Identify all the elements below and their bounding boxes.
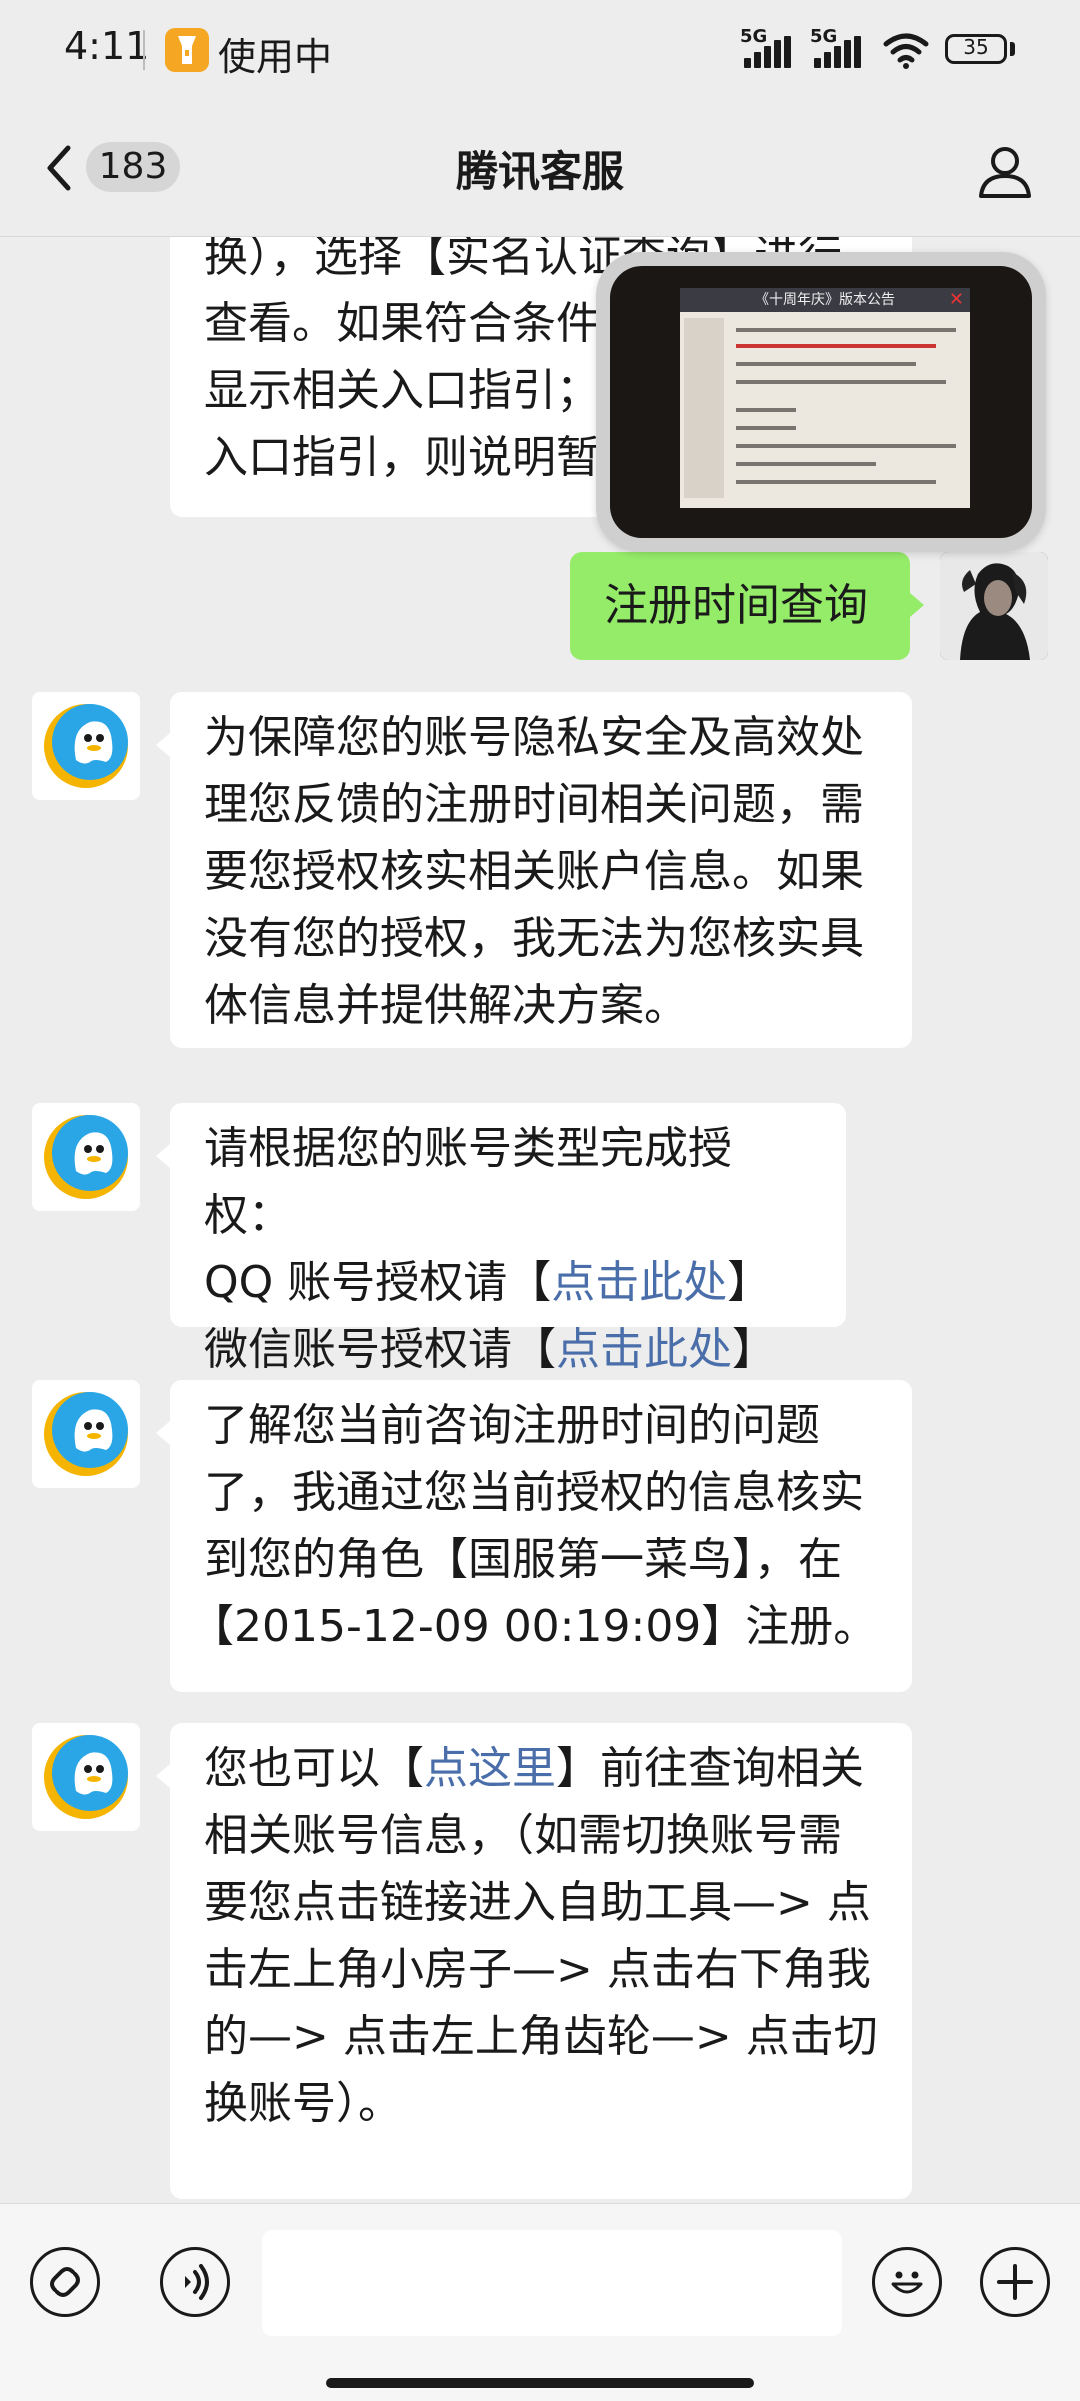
game-announcement-panel: 《十周年庆》版本公告 ✕ bbox=[680, 288, 970, 508]
message-line: 【2015-12-09 00:19:09】注册。 bbox=[190, 1601, 878, 1652]
profile-icon[interactable] bbox=[978, 144, 1032, 198]
bubble-tail bbox=[910, 593, 924, 617]
text-line-placeholder bbox=[736, 408, 796, 412]
message-text: 】前往查询相关 bbox=[556, 1743, 864, 1794]
announcement-header: 《十周年庆》版本公告 ✕ bbox=[680, 288, 970, 312]
emoji-icon bbox=[891, 2271, 923, 2294]
message-line: 到您的角色【国服第一菜鸟】，在 bbox=[204, 1534, 842, 1585]
status-bar: 4:11 使用中 5G 5G 35 bbox=[0, 0, 1080, 100]
message-text: 】 bbox=[732, 1324, 776, 1375]
wechat-auth-link[interactable]: 点击此处 bbox=[556, 1324, 732, 1375]
message-bubble: 您也可以【点这里】前往查询相关 相关账号信息，（如需切换账号需 要您点击链接进入… bbox=[170, 1723, 912, 2199]
bubble-tail bbox=[156, 1144, 170, 1168]
chat-title: 腾讯客服 bbox=[455, 147, 624, 196]
message-line: 要您点击链接进入自助工具—> 点 bbox=[204, 1877, 871, 1928]
text-line-placeholder bbox=[736, 462, 876, 466]
more-actions-button[interactable] bbox=[980, 2247, 1050, 2317]
home-indicator[interactable] bbox=[326, 2378, 754, 2388]
user-avatar[interactable] bbox=[940, 552, 1048, 660]
message-text: QQ 账号授权请【 bbox=[204, 1257, 552, 1308]
bubble-tail bbox=[156, 1421, 170, 1445]
text-line-placeholder bbox=[736, 426, 796, 430]
bot-avatar[interactable] bbox=[32, 692, 140, 800]
message-text: 您也可以【 bbox=[204, 1743, 424, 1794]
close-icon: ✕ bbox=[948, 289, 964, 310]
message-line: 为保障您的账号隐私安全及高效处 bbox=[204, 712, 864, 763]
message-line: 了，我通过您当前授权的信息核实 bbox=[204, 1467, 864, 1518]
message-bubble: 了解您当前咨询注册时间的问题 了，我通过您当前授权的信息核实 到您的角色【国服第… bbox=[170, 1380, 912, 1692]
input-bar bbox=[0, 2203, 1080, 2401]
title-bar: 183 腾讯客服 bbox=[0, 100, 1080, 237]
bot-avatar[interactable] bbox=[32, 1723, 140, 1831]
message-bubble: 请根据您的账号类型完成授权： QQ 账号授权请【点击此处】 微信账号授权请【点击… bbox=[170, 1103, 846, 1375]
message-line: 要您授权核实相关账户信息。如果 bbox=[204, 846, 864, 897]
message-line: 没有您的授权，我无法为您核实具 bbox=[204, 913, 864, 964]
voice-button[interactable] bbox=[160, 2247, 230, 2317]
bot-avatar[interactable] bbox=[32, 1380, 140, 1488]
status-separator bbox=[143, 30, 145, 70]
status-using-label: 使用中 bbox=[218, 35, 333, 79]
message-line: 换账号）。 bbox=[204, 2078, 402, 2129]
battery-tip bbox=[1010, 42, 1015, 56]
voice-icon bbox=[185, 2264, 209, 2300]
battery-level: 35 bbox=[963, 35, 989, 59]
bubble-tail bbox=[156, 1764, 170, 1788]
message-line: 理您反馈的注册时间相关问题，需 bbox=[204, 779, 864, 830]
message-line: 相关账号信息，（如需切换账号需 bbox=[204, 1810, 842, 1861]
bot-avatar-icon bbox=[44, 1392, 128, 1476]
message-text: 】 bbox=[727, 1257, 772, 1308]
query-link[interactable]: 点这里 bbox=[424, 1743, 556, 1794]
outgoing-message-bubble: 注册时间查询 bbox=[570, 552, 910, 660]
floating-video-window[interactable]: 《十周年庆》版本公告 ✕ bbox=[596, 252, 1046, 552]
message-bubble: 为保障您的账号隐私安全及高效处 理您反馈的注册时间相关问题，需 要您授权核实相关… bbox=[170, 692, 912, 1048]
message-line: 的—> 点击左上角齿轮—> 点击切 bbox=[204, 2011, 878, 2062]
announcement-title: 《十周年庆》版本公告 bbox=[755, 292, 895, 308]
message-text: 微信账号授权请【 bbox=[204, 1324, 556, 1375]
message-line: 体信息并提供解决方案。 bbox=[204, 980, 688, 1031]
message-line: 了解您当前咨询注册时间的问题 bbox=[204, 1400, 820, 1451]
announcement-sidebar bbox=[684, 318, 724, 498]
bubble-tail bbox=[156, 733, 170, 757]
message-line: QQ 账号授权请【点击此处】 bbox=[204, 1249, 812, 1316]
user-avatar-image bbox=[940, 552, 1048, 660]
plus-icon bbox=[997, 2264, 1033, 2300]
bot-avatar-icon bbox=[44, 1115, 128, 1199]
link-icon bbox=[50, 2267, 80, 2297]
bot-avatar[interactable] bbox=[32, 1103, 140, 1211]
message-line: 请根据您的账号类型完成授权： bbox=[204, 1123, 732, 1241]
text-line-placeholder bbox=[736, 362, 916, 366]
message-input[interactable] bbox=[262, 2230, 842, 2336]
flashlight-icon bbox=[165, 28, 209, 72]
text-line-placeholder bbox=[736, 444, 956, 448]
message-line: 击左上角小房子—> 点击右下角我 bbox=[204, 1944, 871, 1995]
message-line: 微信账号授权请【点击此处】 bbox=[204, 1316, 812, 1383]
qq-auth-link[interactable]: 点击此处 bbox=[551, 1257, 727, 1308]
battery-icon: 35 bbox=[945, 34, 1007, 64]
floating-video-content: 《十周年庆》版本公告 ✕ bbox=[610, 266, 1032, 538]
message-line: 您也可以【点这里】前往查询相关 bbox=[204, 1735, 878, 1802]
emoji-button[interactable] bbox=[872, 2247, 942, 2317]
status-time: 4:11 bbox=[64, 24, 150, 68]
text-line-placeholder bbox=[736, 344, 936, 348]
mini-program-button[interactable] bbox=[30, 2247, 100, 2317]
text-line-placeholder bbox=[736, 480, 936, 484]
text-line-placeholder bbox=[736, 328, 956, 332]
bot-avatar-icon bbox=[44, 1735, 128, 1819]
bot-avatar-icon bbox=[44, 704, 128, 788]
wifi-icon bbox=[883, 33, 929, 69]
message-text: 注册时间查询 bbox=[604, 580, 868, 631]
text-line-placeholder bbox=[736, 380, 946, 384]
